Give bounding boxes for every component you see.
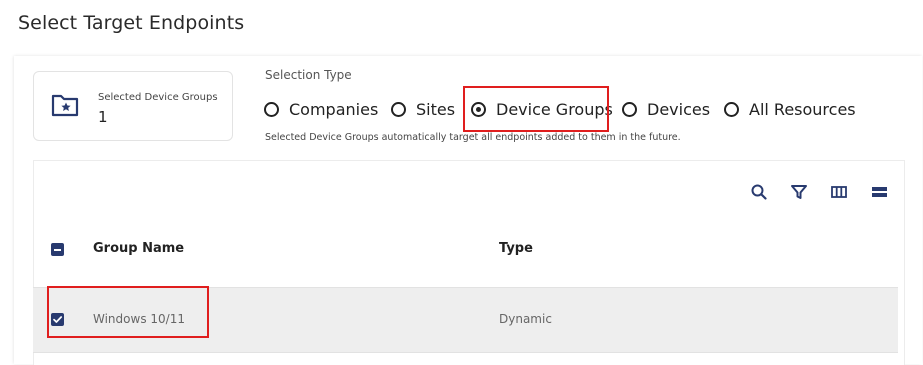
search-icon[interactable] <box>750 183 768 201</box>
selected-count-value: 1 <box>98 108 108 126</box>
radio-label: Sites <box>416 100 456 119</box>
page-title: Select Target Endpoints <box>18 12 245 34</box>
highlight-box-device-groups <box>463 86 609 132</box>
radio-circle[interactable] <box>724 102 739 117</box>
folder-star-icon <box>51 94 79 117</box>
selected-count-label: Selected Device Groups <box>98 92 218 103</box>
highlight-box-row <box>47 286 209 338</box>
columns-icon[interactable] <box>830 183 848 201</box>
filter-icon[interactable] <box>790 183 808 201</box>
select-all-checkbox[interactable] <box>51 243 64 256</box>
radio-circle[interactable] <box>264 102 279 117</box>
selected-count-card: Selected Device Groups 1 <box>33 71 233 141</box>
cell-type: Dynamic <box>499 312 552 326</box>
selection-type-label: Selection Type <box>265 68 352 82</box>
column-header-type[interactable]: Type <box>499 241 533 256</box>
radio-companies[interactable]: Companies <box>264 100 378 119</box>
radio-circle[interactable] <box>622 102 637 117</box>
column-header-group-name[interactable]: Group Name <box>93 241 184 256</box>
radio-circle[interactable] <box>391 102 406 117</box>
radio-label: All Resources <box>749 100 856 119</box>
density-icon[interactable] <box>871 183 889 201</box>
selection-hint: Selected Device Groups automatically tar… <box>265 132 681 143</box>
radio-devices[interactable]: Devices <box>622 100 710 119</box>
radio-sites[interactable]: Sites <box>391 100 455 119</box>
radio-label: Devices <box>647 100 711 119</box>
radio-label: Companies <box>289 100 379 119</box>
radio-all-resources[interactable]: All Resources <box>724 100 856 119</box>
